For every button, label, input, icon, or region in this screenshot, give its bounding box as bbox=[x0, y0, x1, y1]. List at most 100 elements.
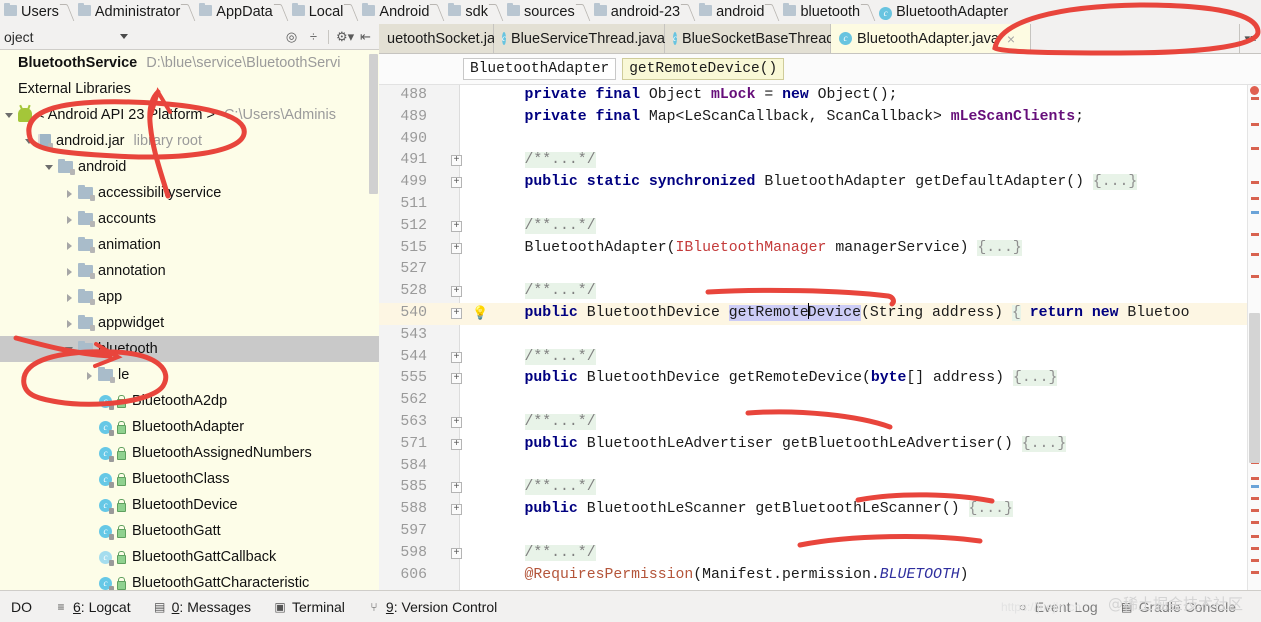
code-line[interactable]: 499 + public static synchronized Bluetoot… bbox=[379, 172, 1261, 194]
tree-item-app[interactable]: app bbox=[0, 284, 379, 310]
analysis-marker[interactable] bbox=[1251, 509, 1259, 512]
tree-item-android-jar[interactable]: android.jar library root bbox=[0, 128, 379, 154]
analysis-marker[interactable] bbox=[1251, 571, 1259, 574]
fold-expand-icon[interactable]: + bbox=[451, 438, 462, 450]
structure-member-chip[interactable]: getRemoteDevice() bbox=[622, 58, 785, 80]
tree-item-annotation[interactable]: annotation bbox=[0, 258, 379, 284]
code-line[interactable]: 543 bbox=[379, 325, 1261, 347]
code-line[interactable]: 490 bbox=[379, 129, 1261, 151]
fold-expand-icon[interactable]: + bbox=[451, 308, 462, 319]
status-item-terminal[interactable]: ▣ Terminal bbox=[262, 599, 356, 615]
project-tree-scrollbar[interactable] bbox=[368, 50, 379, 590]
analysis-marker[interactable] bbox=[1251, 547, 1259, 550]
fold-expand-icon[interactable]: + bbox=[451, 220, 462, 232]
close-icon[interactable]: × bbox=[1007, 31, 1015, 47]
tree-item-le[interactable]: le bbox=[0, 362, 379, 388]
fold-expand-icon[interactable]: + bbox=[451, 373, 462, 385]
code-line[interactable]: 562 bbox=[379, 390, 1261, 412]
tree-item-accessibilityservice[interactable]: accessibilityservice bbox=[0, 180, 379, 206]
breadcrumb-item-sdk[interactable]: sdk bbox=[444, 0, 490, 24]
expand-arrow-icon[interactable] bbox=[64, 292, 75, 303]
analysis-marker[interactable] bbox=[1251, 181, 1259, 184]
breadcrumb-item-android-23[interactable]: android-23 bbox=[590, 0, 682, 24]
code-line[interactable]: 588 + public BluetoothLeScanner getBlueto… bbox=[379, 499, 1261, 521]
intention-bulb-icon[interactable]: 💡 bbox=[472, 306, 488, 322]
code-line[interactable]: 544 + /**...*/ bbox=[379, 347, 1261, 369]
expand-arrow-icon[interactable] bbox=[64, 266, 75, 277]
tree-item-animation[interactable]: animation bbox=[0, 232, 379, 258]
analysis-marker[interactable] bbox=[1251, 497, 1259, 500]
code-line[interactable]: 511 bbox=[379, 194, 1261, 216]
expand-arrow-icon[interactable] bbox=[84, 370, 95, 381]
tree-item-bluetoothgatt[interactable]: c BluetoothGatt bbox=[0, 518, 379, 544]
fold-expand-icon[interactable]: + bbox=[451, 242, 462, 254]
tree-item--android-api-23-platform-[interactable]: < Android API 23 Platform > C:\Users\Admi… bbox=[0, 102, 379, 128]
analysis-marker[interactable] bbox=[1251, 275, 1259, 278]
breadcrumb-item-users[interactable]: Users bbox=[0, 0, 61, 24]
analysis-marker[interactable] bbox=[1251, 485, 1259, 488]
fold-expand-icon[interactable]: + bbox=[451, 547, 462, 559]
expand-arrow-icon[interactable] bbox=[24, 136, 35, 147]
tree-item-bluetoothassignednumbers[interactable]: c BluetoothAssignedNumbers bbox=[0, 440, 379, 466]
code-line[interactable]: 540 + 💡 public BluetoothDevice getRemoteDe… bbox=[379, 303, 1261, 325]
code-line[interactable]: 584 bbox=[379, 456, 1261, 478]
code-line[interactable]: 571 + public BluetoothLeAdvertiser getBlu… bbox=[379, 434, 1261, 456]
code-line[interactable]: 491 + /**...*/ bbox=[379, 150, 1261, 172]
expand-arrow-icon[interactable] bbox=[64, 344, 75, 355]
code-line[interactable]: 555 + public BluetoothDevice getRemoteDev… bbox=[379, 368, 1261, 390]
expand-arrow-icon[interactable] bbox=[64, 214, 75, 225]
tree-item-bluetoothservice[interactable]: BluetoothService D:\blue\service\Bluetoot… bbox=[0, 50, 379, 76]
fold-expand-icon[interactable]: + bbox=[451, 504, 462, 516]
scrollbar-thumb[interactable] bbox=[369, 54, 378, 194]
status-item-messages[interactable]: ▤ 0: Messages bbox=[142, 599, 262, 615]
analysis-marker[interactable] bbox=[1251, 559, 1259, 562]
tree-item-bluetoothclass[interactable]: c BluetoothClass bbox=[0, 466, 379, 492]
analysis-marker[interactable] bbox=[1251, 521, 1259, 524]
editor-scrollbar-thumb[interactable] bbox=[1249, 313, 1260, 463]
tree-item-bluetoothgattcallback[interactable]: c BluetoothGattCallback bbox=[0, 544, 379, 570]
code-line[interactable]: 489 private final Map<LeScanCallback, Sc… bbox=[379, 107, 1261, 129]
fold-expand-icon[interactable]: + bbox=[451, 286, 462, 298]
tree-item-accounts[interactable]: accounts bbox=[0, 206, 379, 232]
breadcrumb-item-administrator[interactable]: Administrator bbox=[74, 0, 182, 24]
editor-tab-bluetoothadapter[interactable]: c BluetoothAdapter.java × bbox=[831, 24, 1031, 53]
tab-list-button[interactable]: ▾≡ bbox=[1239, 24, 1261, 53]
expand-arrow-icon[interactable] bbox=[64, 240, 75, 251]
code-editor[interactable]: 488 private final Object mLock = new Obj… bbox=[379, 85, 1261, 590]
breadcrumb-item-appdata[interactable]: AppData bbox=[195, 0, 274, 24]
analysis-status-icon[interactable] bbox=[1250, 86, 1259, 95]
chevron-down-icon[interactable] bbox=[119, 34, 128, 39]
expand-arrow-icon[interactable] bbox=[4, 110, 15, 121]
breadcrumb-item-android[interactable]: Android bbox=[358, 0, 431, 24]
fold-expand-icon[interactable]: + bbox=[451, 155, 462, 167]
code-line[interactable]: 563 + /**...*/ bbox=[379, 412, 1261, 434]
breadcrumb-item-sources[interactable]: sources bbox=[503, 0, 577, 24]
tree-item-android[interactable]: android bbox=[0, 154, 379, 180]
editor-tab-blueservicethread[interactable]: cBlueServiceThread.java× bbox=[494, 24, 681, 53]
project-tree[interactable]: c BluetoothGattCharacteristic c BluetoothGa… bbox=[0, 50, 379, 590]
expand-arrow-icon[interactable] bbox=[44, 162, 55, 173]
tree-item-external-libraries[interactable]: External Libraries bbox=[0, 76, 379, 102]
expand-arrow-icon[interactable] bbox=[64, 188, 75, 199]
editor-tab-bar[interactable]: uetoothSocket.java×cBlueServiceThread.ja… bbox=[379, 24, 1261, 54]
code-line[interactable]: 512 + /**...*/ bbox=[379, 216, 1261, 238]
gear-icon[interactable]: ⚙▾ bbox=[336, 29, 354, 44]
analysis-marker[interactable] bbox=[1251, 535, 1259, 538]
editor-tab-uetoothsocket[interactable]: uetoothSocket.java× bbox=[379, 24, 527, 53]
status-item-logcat[interactable]: ≡ 6: Logcat bbox=[43, 599, 142, 615]
expand-arrow-icon[interactable] bbox=[64, 318, 75, 329]
fold-expand-icon[interactable]: + bbox=[451, 482, 462, 494]
tree-item-bluetoothdevice[interactable]: c BluetoothDevice bbox=[0, 492, 379, 518]
tree-item-bluetoothgattcharacteristic[interactable]: c BluetoothGattCharacteristic bbox=[0, 570, 379, 590]
analysis-marker[interactable] bbox=[1251, 197, 1259, 200]
code-line[interactable]: 585 + /**...*/ bbox=[379, 477, 1261, 499]
analysis-marker-stripe[interactable] bbox=[1247, 85, 1261, 590]
code-line[interactable]: 597 bbox=[379, 521, 1261, 543]
analysis-marker[interactable] bbox=[1251, 97, 1259, 100]
editor-tab-bluesocketbasethread[interactable]: c BlueSocketBaseThread.java bbox=[665, 24, 865, 53]
code-line[interactable]: 515 + BluetoothAdapter(IBluetoothManager … bbox=[379, 238, 1261, 260]
fold-expand-icon[interactable]: + bbox=[451, 177, 462, 189]
status-item-version-control[interactable]: ⑂ 9: Version Control bbox=[356, 599, 508, 615]
collapse-all-icon[interactable]: ÷ bbox=[306, 29, 321, 44]
target-icon[interactable]: ◎ bbox=[284, 29, 299, 44]
